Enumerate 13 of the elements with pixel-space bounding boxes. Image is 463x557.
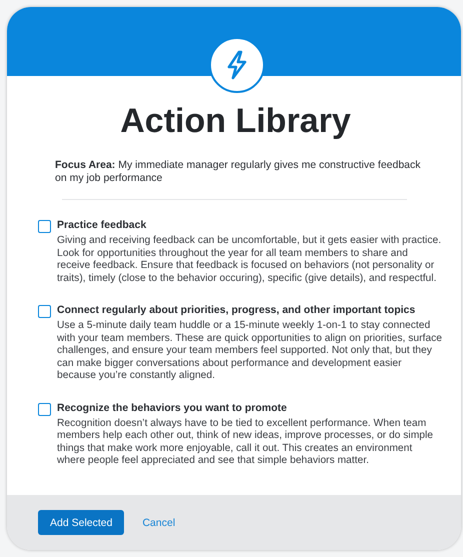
cancel-link[interactable]: Cancel: [142, 516, 176, 528]
checkbox[interactable]: [38, 220, 51, 233]
action-description: Recognition doesn’t always have to be tied to excellent performance. When team members help each other out, think of new ideas, improve processes, or do simple things that make work more enjoyable, call it out. This creates an environment where people feel appreciated and see that simple behaviors matter.: [57, 418, 434, 468]
dialog-title: Action Library: [119, 102, 352, 141]
action-title: Connect regularly about priorities, progress, and other important topics: [57, 304, 416, 317]
action-description: Use a 5-minute daily team huddle or a 15-minute weekly 1-on-1 to stay connected with your team members. These are quick opportunities to align on priorities, surface challenges, and ensure your team members feel supported. Not only that, but they can make bigger conversations about performance and development easier because you’re constantly aligned.: [57, 320, 443, 382]
add-selected-button[interactable]: Add Selected: [38, 510, 124, 535]
checkbox[interactable]: [38, 402, 51, 416]
action-title: Recognize the behaviors you want to promote: [57, 402, 288, 414]
focus-area-text: Focus Area: My immediate manager regularly gives me constructive feedback on my job performance: [55, 159, 422, 185]
action-title: Practice feedback: [57, 219, 148, 232]
action-description: Giving and receiving feedback can be uncomfortable, but it gets easier with practice. Look for opportunities throughout the year for all team members to share and receive feedback. Ensure that feedback is focused on behaviors (not personality or traits), timely (close to the behavior occuring), specific (give details), and respectful.: [57, 235, 442, 285]
checkbox[interactable]: [38, 305, 51, 318]
